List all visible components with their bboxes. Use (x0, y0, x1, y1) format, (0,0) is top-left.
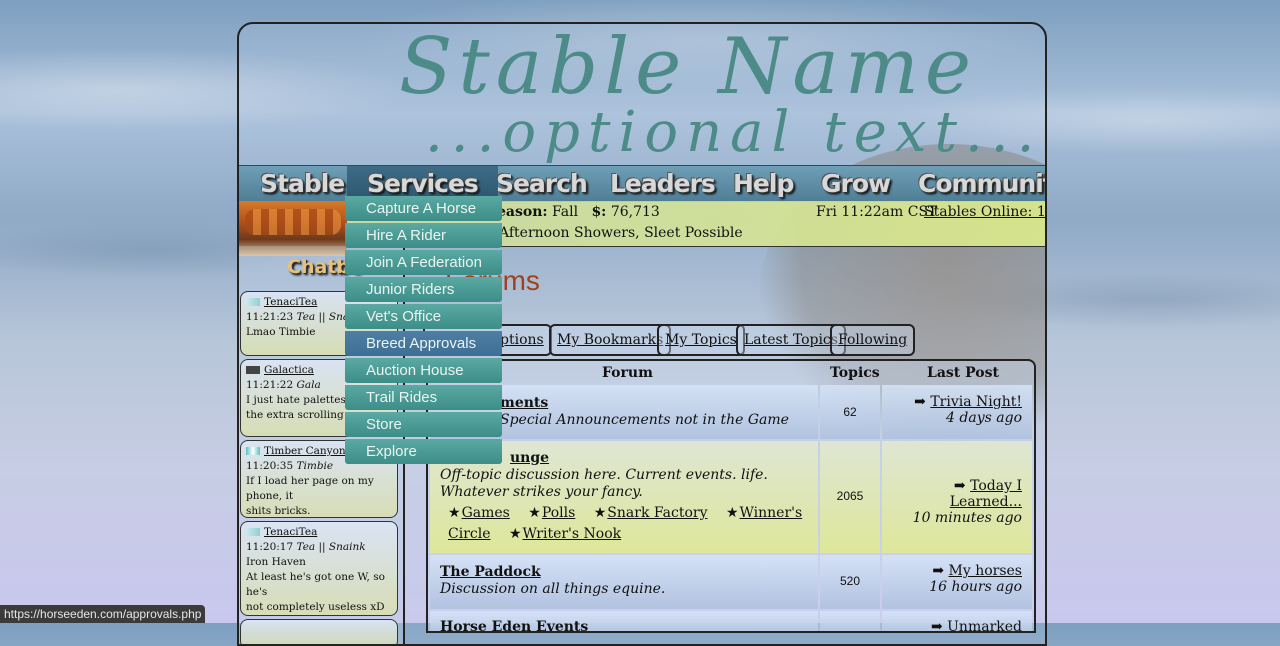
nav-grow[interactable]: Grow (821, 166, 891, 201)
forum-row: ments Special Announcements not in the G… (430, 385, 1032, 439)
subforum-games[interactable]: Games (448, 505, 510, 521)
header-topics: Topics (830, 365, 880, 381)
menu-hire-a-rider[interactable]: Hire A Rider (345, 223, 502, 248)
menu-join-a-federation[interactable]: Join A Federation (345, 250, 502, 275)
last-post-link[interactable]: Unmarked (947, 619, 1022, 631)
chat-user[interactable]: TenaciTea (264, 296, 317, 308)
arrow-right-icon: ➡ (930, 619, 943, 633)
services-dropdown: Capture A Horse Hire A Rider Join A Fede… (345, 196, 502, 466)
last-post-link[interactable]: Trivia Night! (930, 394, 1022, 410)
nav-search[interactable]: Search (496, 166, 588, 201)
nav-stable[interactable]: Stable (260, 166, 345, 201)
arrow-right-icon: ➡ (914, 394, 926, 410)
menu-vets-office[interactable]: Vet's Office (345, 304, 502, 329)
tab-following[interactable]: Following (830, 324, 916, 356)
forum-name-link[interactable]: Horse Eden Events (440, 619, 588, 631)
flag-icon (246, 298, 260, 306)
chat-message (240, 619, 398, 644)
forum-desc: Off-topic discussion here. Current event… (440, 467, 768, 500)
server-time: Fri 11:22am CST (816, 204, 938, 220)
menu-junior-riders[interactable]: Junior Riders (345, 277, 502, 302)
tab-my-bookmarks[interactable]: My Bookmarks (549, 324, 672, 356)
stables-online-link[interactable]: Stables Online: 125 (924, 204, 1045, 220)
browser-status-url: https://horseeden.com/approvals.php (0, 605, 206, 623)
chat-user[interactable]: Galactica (264, 364, 314, 376)
menu-breed-approvals[interactable]: Breed Approvals (345, 331, 502, 356)
subforum-writers-nook[interactable]: Writer's Nook (509, 526, 622, 542)
stable-name-logo: Stable Name (399, 22, 977, 112)
forum-desc: Special Announcements not in the Game (500, 412, 789, 428)
menu-store[interactable]: Store (345, 412, 502, 437)
season-money: eason: Fall $: 76,713 (497, 204, 660, 220)
topic-count: 2065 (820, 441, 880, 553)
forum-name-link[interactable]: The Paddock (440, 564, 541, 580)
nav-leaders[interactable]: Leaders (610, 166, 716, 201)
banner: Stable Name ...optional text... (239, 24, 1045, 165)
header-forum: Forum (602, 365, 653, 381)
chat-message: TenaciTea 11:20:17 Tea || Snaink Iron Ha… (240, 521, 398, 616)
menu-capture-a-horse[interactable]: Capture A Horse (345, 196, 502, 221)
menu-explore[interactable]: Explore (345, 439, 502, 464)
forums-table: Forum Topics Last Post ments Special Ann… (426, 359, 1036, 633)
flag-icon (246, 366, 260, 374)
chat-user[interactable]: TenaciTea (264, 526, 317, 538)
last-post-time: 16 hours ago (929, 579, 1022, 595)
forum-row: unge Off-topic discussion here. Current … (430, 441, 1032, 553)
subforum-links: Games Polls Snark Factory Winner's Circl… (448, 503, 808, 545)
header-last-post: Last Post (927, 365, 999, 381)
stable-subtitle: ...optional text... (425, 100, 1043, 165)
topic-count: 62 (820, 385, 880, 439)
tab-my-topics[interactable]: My Topics (657, 324, 745, 356)
last-post-time: 4 days ago (946, 410, 1022, 426)
menu-auction-house[interactable]: Auction House (345, 358, 502, 383)
forum-row: Horse Eden Events ➡ Unmarked (430, 611, 1032, 633)
last-post-time: 10 minutes ago (912, 510, 1022, 526)
menu-trail-rides[interactable]: Trail Rides (345, 385, 502, 410)
forum-name-link[interactable]: ments (500, 395, 548, 411)
chat-user[interactable]: Timber Canyon (264, 445, 346, 457)
weather-text: Afternoon Showers, Sleet Possible (499, 225, 743, 241)
flag-icon (246, 447, 260, 455)
nav-community[interactable]: Community (918, 166, 1045, 201)
last-post-link[interactable]: My horses (949, 563, 1023, 579)
forum-desc: Discussion on all things equine. (440, 581, 666, 597)
forum-row: The Paddock Discussion on all things equ… (430, 555, 1032, 609)
topic-count: 520 (820, 555, 880, 609)
forum-name-link[interactable]: unge (510, 450, 549, 466)
flag-icon (246, 528, 260, 536)
subforum-polls[interactable]: Polls (528, 505, 575, 521)
nav-help[interactable]: Help (733, 166, 794, 201)
arrow-right-icon: ➡ (932, 563, 945, 579)
subforum-snark-factory[interactable]: Snark Factory (594, 505, 707, 521)
arrow-right-icon: ➡ (953, 478, 966, 494)
